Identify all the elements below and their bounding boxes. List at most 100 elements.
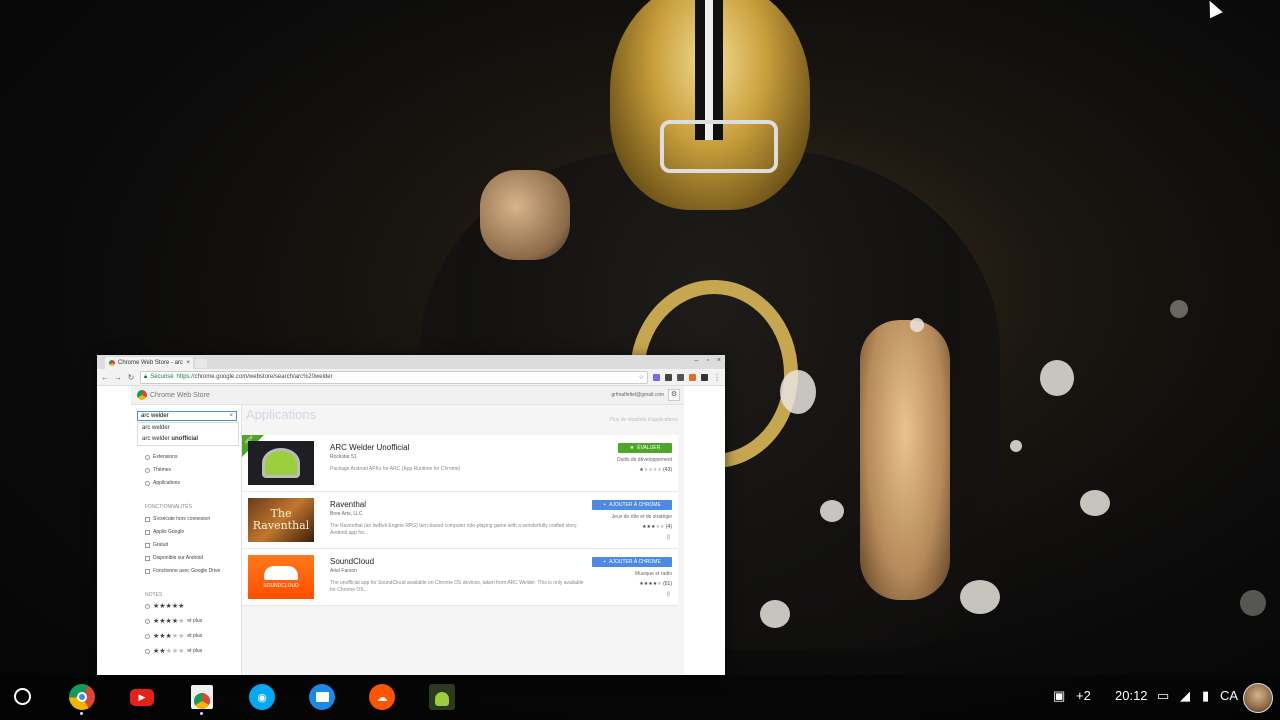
wallpaper-facemask <box>660 120 778 173</box>
rate-button[interactable]: ★ ÉVALUER <box>618 443 672 453</box>
launcher-button[interactable] <box>14 688 31 705</box>
avatar[interactable] <box>1243 683 1273 713</box>
maximize-button[interactable]: ▫ <box>706 357 708 364</box>
star-icons: ★★★★★ <box>153 648 185 655</box>
extension-icon[interactable] <box>689 373 696 381</box>
feature-drive[interactable]: Fonctionne avec Google Drive <box>145 568 220 574</box>
result-rating: ★★★★★ (4) <box>642 524 672 530</box>
radio-icon <box>145 633 150 639</box>
arc-welder-thumbnail <box>248 441 314 485</box>
extension-icon[interactable] <box>677 373 684 381</box>
web-store-icon <box>191 685 213 709</box>
suggestion-text: arc welder <box>142 436 172 442</box>
star-icons: ★★★★★ <box>639 581 662 587</box>
category-themes[interactable]: Thèmes <box>145 467 171 473</box>
cast-icon[interactable]: ▭ <box>1157 688 1169 704</box>
back-icon[interactable]: ← <box>101 373 109 382</box>
tab-strip: Chrome Web Store - arc × – ▫ × <box>97 355 725 369</box>
clock[interactable]: 20:12 <box>1115 688 1148 703</box>
star-icons: ★★★★★ <box>642 524 665 530</box>
radio-icon <box>145 648 150 654</box>
category-applications[interactable]: Applications <box>145 480 180 486</box>
suggestion-bold: unofficial <box>171 436 199 442</box>
window-controls: – ▫ × <box>695 357 721 364</box>
result-category: Jeux de rôle et de stratégie <box>611 514 672 520</box>
menu-kebab-icon[interactable]: ⋮ <box>713 373 721 382</box>
radio-icon <box>145 467 150 473</box>
shelf-app-files[interactable] <box>308 683 336 711</box>
shelf-app-soundcloud[interactable]: ☁ <box>368 683 396 711</box>
notification-count[interactable]: +2 <box>1076 688 1091 703</box>
browser-tab[interactable]: Chrome Web Store - arc × <box>105 357 193 369</box>
more-results-link[interactable]: Plus de résultats d'applications <box>610 417 679 423</box>
rating-filter-5[interactable]: ★★★★★ <box>145 602 184 610</box>
rating-filter-4[interactable]: ★★★★★ et plus <box>145 617 202 625</box>
bookmark-star-icon[interactable]: ☆ <box>639 374 644 381</box>
feature-google[interactable]: Applis Google <box>145 529 184 535</box>
suggestion-item[interactable]: arc welder <box>138 423 238 434</box>
wallpaper-splash <box>780 370 816 414</box>
close-tab-icon[interactable]: × <box>186 360 190 366</box>
shelf-app-web-store[interactable] <box>188 683 216 715</box>
checkbox-icon <box>145 568 150 574</box>
url-path: chrome.google.com/webstore/search/arc%20… <box>194 374 333 380</box>
category-label: Applications <box>153 480 180 486</box>
store-logo[interactable]: Chrome Web Store <box>137 390 210 400</box>
rating-filter-2[interactable]: ★★★★★ et plus <box>145 647 202 655</box>
close-window-button[interactable]: × <box>717 357 721 364</box>
result-description: The Raventhal (an IwiBeli Engine RPG) tu… <box>330 523 578 536</box>
result-title[interactable]: Raventhal <box>330 500 366 509</box>
rating-filter-3[interactable]: ★★★★★ et plus <box>145 632 202 640</box>
search-input[interactable]: arc welder × <box>137 411 237 421</box>
suggestion-text: arc welder <box>142 425 170 431</box>
forward-icon[interactable]: → <box>114 373 122 382</box>
browser-toolbar: ← → ↻ 🔒︎ Sécurisé https://chrome.google.… <box>97 369 725 386</box>
gear-icon[interactable]: ⚙ <box>668 389 680 401</box>
feature-offline[interactable]: S'exécute hors connexion <box>145 516 210 522</box>
screenshot-notification-icon[interactable]: ▣ <box>1053 688 1065 704</box>
page-content: Chrome Web Store grfmaflettel@gmail.com … <box>97 386 725 675</box>
extension-icon[interactable] <box>653 373 660 381</box>
result-title[interactable]: ARC Welder Unofficial <box>330 443 409 452</box>
shelf-app-camera[interactable]: ◉ <box>248 683 276 711</box>
filter-sidebar: arc welder × arc welder arc welder unoff… <box>131 405 242 675</box>
download-extension-icon[interactable] <box>665 373 672 381</box>
google-plus-icon[interactable]: g <box>667 591 670 597</box>
extension-icon[interactable] <box>701 373 708 381</box>
shelf-app-chrome[interactable] <box>68 683 96 715</box>
rating-suffix: et plus <box>187 648 203 654</box>
reload-icon[interactable]: ↻ <box>127 373 135 382</box>
radio-icon <box>145 618 150 624</box>
shelf-app-arc-welder[interactable] <box>428 683 456 711</box>
clear-search-icon[interactable]: × <box>229 413 233 419</box>
shelf-app-youtube[interactable]: ▶ <box>128 683 156 711</box>
result-card-arc-welder[interactable]: NEW ARC Welder Unofficial Rockstar 51 Pa… <box>242 434 678 492</box>
rating-count: (51) <box>663 581 672 587</box>
feature-free[interactable]: Gratuit <box>145 542 168 548</box>
battery-icon[interactable]: ▮ <box>1202 688 1209 704</box>
star-icons: ★★★★★ <box>153 633 185 640</box>
keyboard-locale[interactable]: CA <box>1220 688 1238 703</box>
camera-icon: ◉ <box>249 684 275 710</box>
feature-android[interactable]: Disponible sur Android <box>145 555 203 561</box>
suggestion-item[interactable]: arc welder unofficial <box>138 434 238 445</box>
add-to-chrome-button[interactable]: + AJOUTER À CHROME <box>592 557 672 567</box>
result-card-soundcloud[interactable]: SOUNDCLOUD SoundCloud Ariel Farson The u… <box>242 549 678 606</box>
result-title[interactable]: SoundCloud <box>330 557 374 566</box>
new-tab-button[interactable] <box>195 359 207 368</box>
address-bar[interactable]: 🔒︎ Sécurisé https://chrome.google.com/we… <box>140 370 648 384</box>
minimize-button[interactable]: – <box>695 357 699 364</box>
category-extensions[interactable]: Extensions <box>145 454 177 460</box>
arc-welder-icon <box>429 684 455 710</box>
add-to-chrome-button[interactable]: + AJOUTER À CHROME <box>592 500 672 510</box>
page-scrollbar[interactable] <box>682 386 725 675</box>
mouse-cursor <box>1203 0 1223 19</box>
wallpaper-splash <box>820 500 844 522</box>
youtube-icon: ▶ <box>130 688 154 706</box>
account-email[interactable]: grfmaflettel@gmail.com <box>611 392 664 398</box>
result-card-raventhal[interactable]: The Raventhal Raventhal Bree Arts, LLC T… <box>242 492 678 549</box>
wifi-icon[interactable]: ◢ <box>1180 688 1190 704</box>
google-plus-icon[interactable]: g <box>667 534 670 540</box>
radio-icon <box>145 454 150 460</box>
result-description: The unofficial app for SoundCloud availa… <box>330 580 584 593</box>
